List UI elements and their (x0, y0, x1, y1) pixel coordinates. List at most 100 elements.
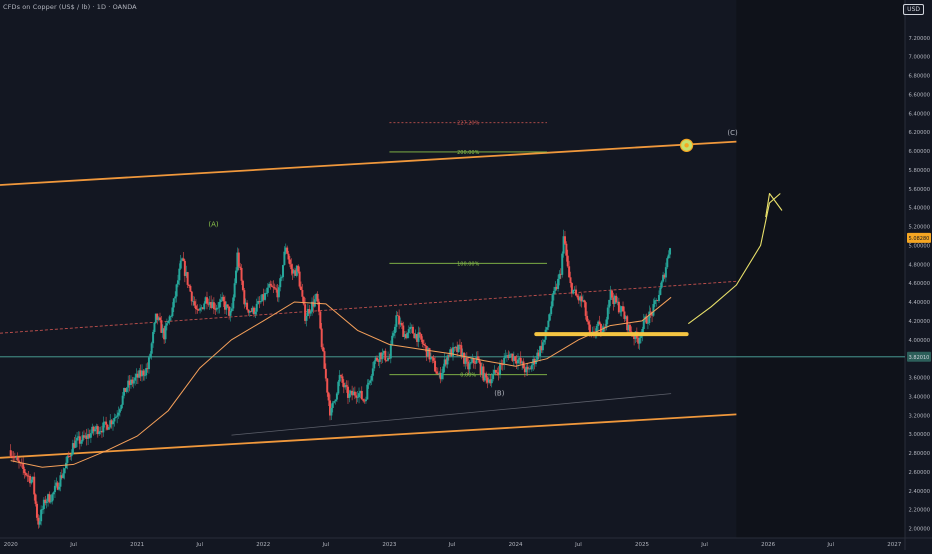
candle-body (309, 311, 312, 314)
candle-body (158, 317, 161, 321)
candle-body (583, 300, 586, 303)
candle-body (116, 415, 119, 417)
candle-body (552, 290, 555, 295)
candle-body (490, 379, 493, 384)
candle-body (145, 368, 148, 376)
candle-body (120, 404, 123, 410)
candle-body (358, 393, 361, 398)
candle-body (541, 342, 544, 351)
candle-body (370, 375, 373, 381)
candle-body (58, 486, 61, 490)
candle-body (341, 376, 344, 383)
candle-body (24, 473, 27, 476)
candle-body (639, 336, 642, 338)
y-tick-label: 5.20000 (909, 225, 930, 231)
candle-body (143, 375, 146, 377)
candle-body (114, 416, 117, 419)
candle-body (188, 284, 191, 286)
candle-body (442, 366, 445, 374)
candle-body (367, 382, 370, 385)
candle-body (121, 395, 124, 405)
y-tick-label: 4.80000 (909, 262, 930, 268)
candle-body (421, 339, 424, 344)
candle-body (134, 377, 137, 381)
candle-body (322, 347, 325, 352)
candle-body (550, 306, 553, 315)
candle-body (373, 361, 376, 369)
candle-body (424, 345, 427, 347)
y-tick-label: 7.00000 (909, 55, 930, 61)
currency-button[interactable]: USD (903, 4, 924, 15)
candle-body (280, 277, 283, 279)
chart-canvas[interactable]: 7.20000 7.00000 6.80000 6.60000 6.40000 6.200… (0, 0, 932, 550)
candle-body (172, 298, 175, 308)
candle-body (229, 311, 232, 316)
candle-body (190, 291, 193, 302)
candle-body (171, 307, 174, 317)
candle-body (132, 380, 135, 384)
candle-body (660, 281, 663, 288)
candle-body (547, 320, 550, 328)
candle-body (375, 357, 378, 361)
candle-body (218, 302, 221, 308)
candle-body (279, 278, 282, 288)
x-tick-label: 2021 (130, 542, 144, 548)
candle-body (340, 375, 343, 377)
chart-area[interactable]: 7.20000 7.00000 6.80000 6.60000 6.40000 6.200… (0, 0, 932, 550)
candle-body (125, 387, 128, 392)
candle-body (117, 412, 120, 416)
candle-body (266, 287, 269, 293)
candle-body (659, 287, 662, 296)
candle-body (168, 316, 171, 321)
candle-body (153, 322, 156, 333)
candle-body (22, 463, 25, 470)
candle-body (89, 433, 92, 438)
candle-body (440, 373, 443, 380)
candle-body (468, 363, 471, 370)
candle-body (277, 287, 280, 298)
candle-body (366, 384, 369, 400)
candle-body (465, 357, 468, 362)
candle-body (478, 360, 481, 363)
candle-body (384, 350, 387, 361)
y-tick-label: 4.60000 (909, 281, 930, 287)
candle-body (371, 368, 374, 376)
candle-body (393, 326, 396, 334)
candle-body (530, 365, 533, 370)
candle-body (164, 325, 167, 340)
candle-body (584, 302, 587, 316)
x-tick-label: Jul (448, 542, 456, 548)
y-tick-label: 6.40000 (909, 111, 930, 117)
y-tick-label: 5.40000 (909, 206, 930, 212)
candle-body (111, 421, 114, 425)
y-tick-label: 5.60000 (909, 187, 930, 193)
candle-body (391, 335, 394, 345)
candle-body (305, 316, 308, 321)
fib-extension-label: 227.20% (457, 121, 479, 127)
candle-body (514, 356, 517, 362)
candle-body (270, 285, 273, 287)
x-tick-label: Jul (69, 542, 77, 548)
x-tick-label: 2027 (887, 542, 901, 548)
candle-body (617, 301, 620, 313)
wave-label: (C) (727, 129, 738, 137)
candle-body (557, 278, 560, 289)
candle-body (381, 353, 384, 360)
candle-body (563, 236, 566, 244)
target-marker-dot (684, 143, 689, 148)
candle-body (652, 304, 655, 316)
candle-body (189, 285, 192, 292)
x-tick-label: 2024 (509, 542, 523, 548)
candle-body (546, 327, 549, 330)
x-tick-label: 2020 (4, 542, 18, 548)
current-price-tag: 5.08280 (909, 236, 930, 242)
y-tick-label: 2.80000 (909, 451, 930, 457)
candle-body (74, 440, 77, 448)
y-tick-label: 6.80000 (909, 74, 930, 80)
candle-body (335, 393, 338, 400)
candle-body (642, 319, 645, 329)
candle-body (348, 393, 351, 398)
candle-body (196, 309, 199, 310)
candle-body (230, 308, 233, 312)
x-tick-label: 2025 (635, 542, 649, 548)
